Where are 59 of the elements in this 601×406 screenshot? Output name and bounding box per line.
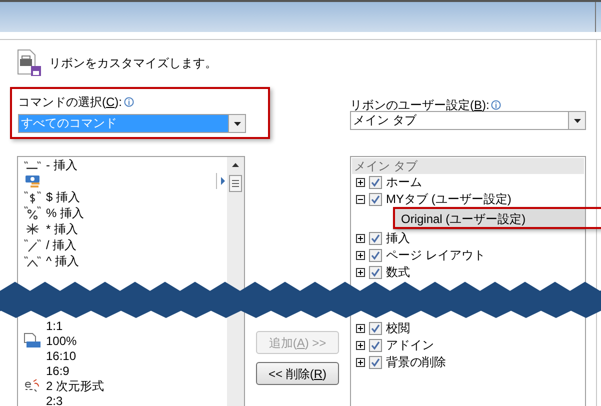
command-item[interactable]: 16:10	[46, 348, 76, 364]
dropdown-value: メイン タブ	[352, 112, 418, 129]
dropdown[interactable]: メイン タブ	[350, 111, 586, 130]
scroll-thumb[interactable]	[229, 175, 242, 192]
expand-icon[interactable]	[356, 324, 365, 333]
checkbox[interactable]	[369, 339, 382, 352]
command-item[interactable]: * 挿入	[46, 221, 78, 237]
dollar-symbol-icon	[24, 190, 40, 204]
info-icon	[491, 100, 502, 110]
percent-symbol-icon	[24, 206, 40, 220]
checkbox[interactable]	[369, 266, 382, 279]
expand-icon[interactable]	[356, 358, 365, 367]
slash-symbol-icon	[24, 238, 40, 252]
command-item[interactable]: 1:1	[46, 318, 63, 334]
tree-item[interactable]: アドイン	[386, 337, 434, 354]
asterisk-symbol-icon	[26, 223, 38, 235]
dash-symbol-icon	[24, 161, 40, 169]
checkbox[interactable]	[369, 322, 382, 335]
tree-item[interactable]: 挿入	[386, 230, 410, 247]
collapse-icon[interactable]	[356, 195, 365, 204]
dropdown-value: すべてのコマンド	[19, 115, 228, 132]
money-icon	[24, 174, 40, 188]
info-icon	[124, 97, 134, 107]
checkbox[interactable]	[369, 176, 382, 189]
tree-item[interactable]: MYタブ (ユーザー設定)	[386, 191, 512, 208]
command-item[interactable]: ^ 挿入	[46, 253, 79, 269]
scroll-up-icon[interactable]	[232, 163, 239, 167]
tree-item[interactable]: ページ レイアウト	[386, 247, 486, 264]
checkbox[interactable]	[369, 356, 382, 369]
tree-item[interactable]: 数式	[386, 264, 410, 281]
field-label: リボンのユーザー設定(B):	[350, 97, 490, 114]
command-item[interactable]: $ 挿入	[46, 189, 80, 205]
tree-item[interactable]: 背景の削除	[386, 354, 446, 371]
expand-icon[interactable]	[356, 268, 365, 277]
checkbox[interactable]	[369, 249, 382, 262]
equation-icon	[25, 379, 39, 392]
printer-icon	[17, 49, 43, 77]
command-item[interactable]: / 挿入	[46, 237, 77, 253]
tree-item[interactable]: 校閲	[386, 320, 410, 337]
command-item[interactable]: 100%	[46, 332, 77, 348]
command-item[interactable]: % 挿入	[46, 205, 84, 221]
dialog-button: 追加(A) >>	[256, 331, 339, 354]
command-item[interactable]: 16:9	[46, 362, 70, 378]
expand-icon[interactable]	[356, 251, 365, 260]
command-item[interactable]: 2 次元形式	[46, 378, 104, 394]
caret-symbol-icon	[24, 256, 40, 266]
tree-header: メイン タブ	[352, 158, 584, 174]
tree-item[interactable]: ホーム	[386, 174, 422, 191]
expand-icon[interactable]	[356, 234, 365, 243]
command-item[interactable]: - 挿入	[46, 157, 78, 173]
dialog-button[interactable]: << 削除(R)	[256, 362, 339, 385]
command-item[interactable]: 2:3	[46, 392, 63, 406]
field-label: コマンドの選択(C):	[18, 94, 122, 111]
expand-icon[interactable]	[356, 178, 365, 187]
checkbox[interactable]	[369, 193, 382, 206]
document-icon	[24, 333, 40, 348]
page-heading: リボンをカスタマイズします。	[49, 55, 217, 72]
checkbox[interactable]	[369, 232, 382, 245]
expand-icon[interactable]	[356, 341, 365, 350]
